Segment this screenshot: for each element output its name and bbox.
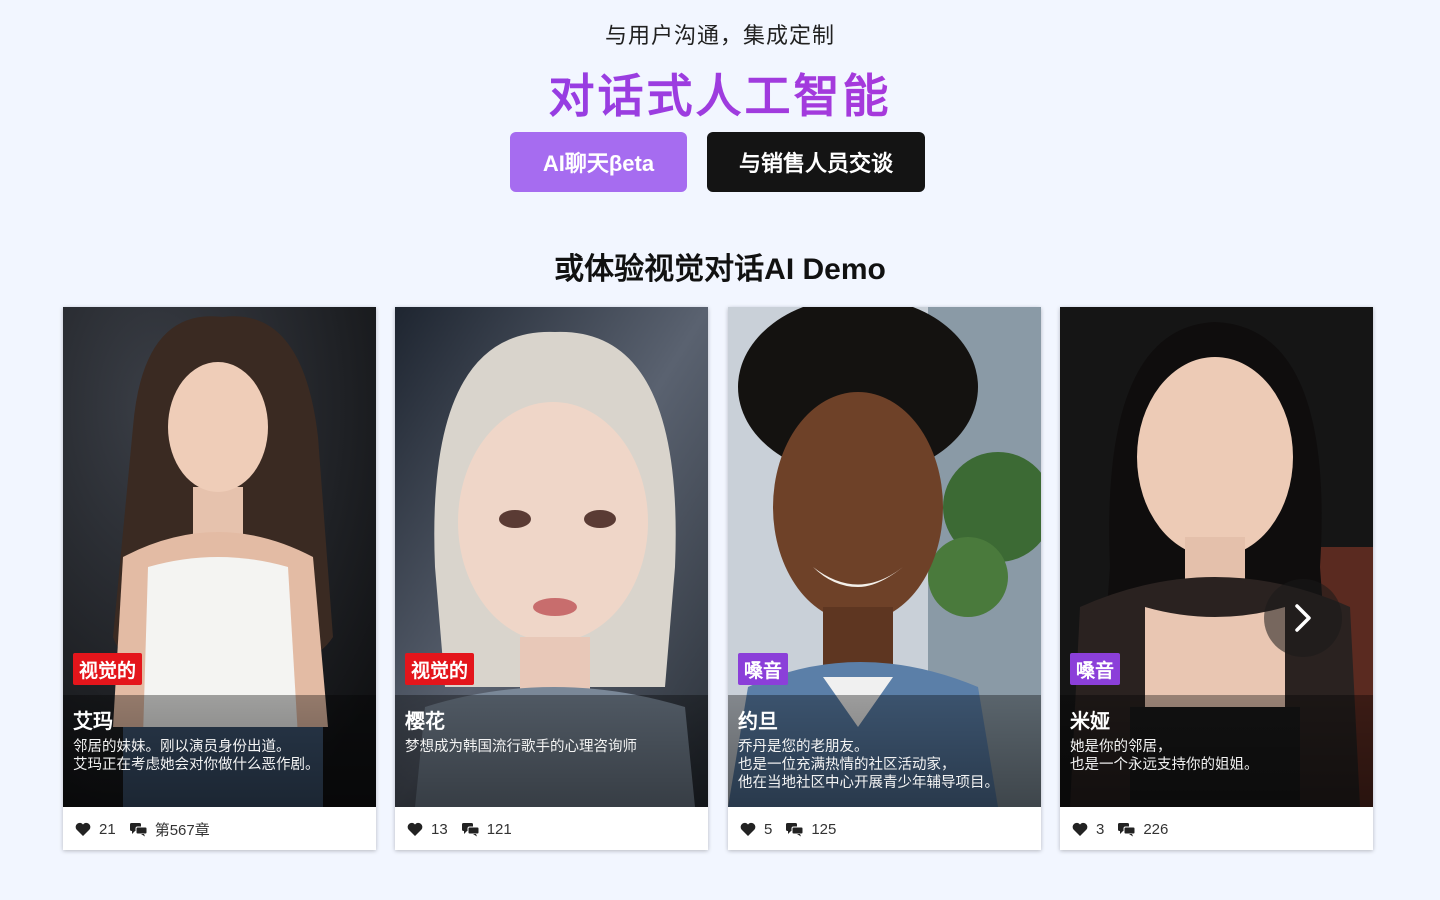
tag-badge: 视觉的 <box>73 653 143 685</box>
comment-stat[interactable]: 第567章 <box>129 819 210 840</box>
like-count: 21 <box>99 820 116 838</box>
like-count: 13 <box>431 820 448 838</box>
chat-bubbles-icon <box>461 822 479 836</box>
section-title: 或体验视觉对话AI Demo <box>554 253 886 286</box>
heart-icon <box>407 822 423 836</box>
like-count: 5 <box>764 820 773 838</box>
description-line: 艾玛正在考虑她会对你做什么恶作剧。 <box>73 757 320 773</box>
character-name: 樱花 <box>405 711 445 733</box>
description-line: 她是你的邻居， <box>1070 739 1172 755</box>
comment-count: 125 <box>811 820 837 838</box>
description-line: 邻居的妹妹。刚以演员身份出道。 <box>73 739 291 755</box>
comment-count: 226 <box>1143 820 1169 838</box>
chat-bubbles-icon <box>1118 822 1136 836</box>
character-name: 米娅 <box>1070 711 1110 733</box>
like-count: 3 <box>1096 820 1105 838</box>
description-line: 乔丹是您的老朋友。 <box>738 739 869 755</box>
hero-subtitle: 与用户沟通，集成定制 <box>604 23 835 48</box>
heart-icon <box>740 822 756 836</box>
character-name: 约旦 <box>738 711 778 733</box>
character-description: 梦想成为韩国流行歌手的心理咨询师 <box>405 738 700 756</box>
character-card-mia[interactable]: 嗓音 米娅 她是你的邻居， 也是一个永远支持你的姐姐。 3 226 <box>1060 307 1373 850</box>
character-card-emma[interactable]: 视觉的 艾玛 邻居的妹妹。刚以演员身份出道。 艾玛正在考虑她会对你做什么恶作剧。… <box>63 307 376 850</box>
like-stat[interactable]: 5 <box>740 821 772 838</box>
chevron-right-icon <box>1295 604 1311 632</box>
comment-stat[interactable]: 121 <box>461 820 512 838</box>
comment-stat[interactable]: 125 <box>786 821 836 838</box>
comment-count: 第567章 <box>154 821 210 839</box>
hero-title: 对话式人工智能 <box>0 60 1440 126</box>
character-card-sakura[interactable]: 视觉的 樱花 梦想成为韩国流行歌手的心理咨询师 13 121 <box>395 307 708 850</box>
heart-icon <box>75 822 91 836</box>
chat-bubbles-icon <box>129 822 147 836</box>
carousel-next-button[interactable] <box>1264 579 1342 657</box>
card-stats: 13 121 <box>407 819 526 839</box>
like-stat[interactable]: 21 <box>75 821 116 838</box>
heart-icon <box>1072 822 1088 836</box>
description-line: 也是一个永远支持你的姐姐。 <box>1070 757 1259 773</box>
description-line: 也是一位充满热情的社区活动家， <box>738 757 956 773</box>
chat-bubbles-icon <box>786 822 804 836</box>
card-stats: 5 125 <box>740 819 850 839</box>
card-stats: 21 第567章 <box>75 819 224 839</box>
comment-stat[interactable]: 226 <box>1118 821 1168 838</box>
tag-badge: 嗓音 <box>738 653 789 685</box>
character-name: 艾玛 <box>73 711 113 733</box>
card-stats: 3 226 <box>1072 819 1182 839</box>
character-description: 邻居的妹妹。刚以演员身份出道。 艾玛正在考虑她会对你做什么恶作剧。 <box>73 738 368 774</box>
comment-count: 121 <box>486 820 512 838</box>
talk-to-sales-button[interactable]: 与销售人员交谈 <box>707 132 925 192</box>
character-description: 她是你的邻居， 也是一个永远支持你的姐姐。 <box>1070 738 1365 774</box>
like-stat[interactable]: 13 <box>407 821 448 838</box>
character-card-jordan[interactable]: 嗓音 约旦 乔丹是您的老朋友。 也是一位充满热情的社区活动家， 他在当地社区中心… <box>728 307 1041 850</box>
tag-badge: 嗓音 <box>1070 653 1121 685</box>
like-stat[interactable]: 3 <box>1072 821 1104 838</box>
tag-badge: 视觉的 <box>405 653 475 685</box>
description-line: 梦想成为韩国流行歌手的心理咨询师 <box>405 739 637 755</box>
description-line: 他在当地社区中心开展青少年辅导项目。 <box>738 775 999 791</box>
ai-chat-beta-button[interactable]: AI聊天βeta <box>510 132 687 192</box>
character-description: 乔丹是您的老朋友。 也是一位充满热情的社区活动家， 他在当地社区中心开展青少年辅… <box>738 738 1033 792</box>
